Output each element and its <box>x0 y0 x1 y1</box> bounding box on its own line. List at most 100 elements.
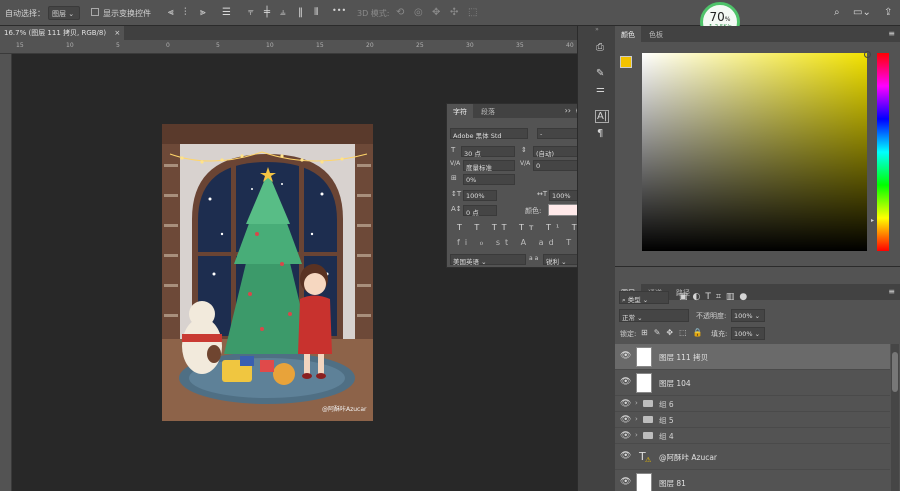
collapse-icon[interactable]: ›› <box>565 106 571 115</box>
blend-mode-select[interactable]: 正常 ⌄ <box>619 309 689 322</box>
color-saturation-field[interactable] <box>642 51 871 251</box>
leading-icon: ⇕ <box>521 146 527 154</box>
align-right-icon[interactable]: ⫸ <box>200 6 206 20</box>
language-select[interactable]: 美国英语 ⌄ <box>450 254 526 266</box>
ruler-tick-label: 40 <box>566 42 574 49</box>
scale-3d-icon[interactable]: ⬚ <box>468 6 477 20</box>
tab-color[interactable]: 颜色 <box>615 26 641 42</box>
distribute-v-icon[interactable]: ‖ <box>298 6 303 20</box>
network-percent-sign: % <box>724 16 731 23</box>
opacity-field[interactable]: 100% ⌄ <box>731 309 765 322</box>
christmas-illustration: @阿酥咔Azucar <box>162 124 373 421</box>
panel-dock-sidebar: » ⎙ ✎ ⚌ A| ¶ <box>577 26 615 491</box>
layer-name: 图层 104 <box>659 379 691 388</box>
font-family-select[interactable]: Adobe 黑体 Std <box>450 128 528 140</box>
ruler-tick-label: 15 <box>316 42 324 49</box>
layer-name: 图层 81 <box>659 479 686 488</box>
baseline-shift-icon: A↕ <box>451 205 462 213</box>
vertical-ruler <box>0 54 12 491</box>
pan-3d-icon[interactable]: ✥ <box>432 6 440 20</box>
brush-settings-icon[interactable]: ✎ <box>596 68 604 79</box>
visibility-eye-icon[interactable]: 👁 <box>620 351 631 361</box>
roll-3d-icon[interactable]: ◎ <box>414 6 423 20</box>
group-row[interactable]: 👁 › 组 6 <box>615 396 890 412</box>
right-panel-stack: 颜色 色板 ≡ ▸ 图层 通道 路径 ≡ ⌕ 类型 ⌄ ▣◐T⌗▥● 正常 ⌄ … <box>615 26 900 491</box>
hue-slider[interactable] <box>877 53 889 251</box>
visibility-eye-icon[interactable]: 👁 <box>620 477 631 487</box>
distribute-h-icon[interactable]: ⦀ <box>314 6 318 20</box>
lock-label: 锁定: <box>620 330 637 338</box>
ruler-tick-label: 10 <box>66 42 74 49</box>
tab-character[interactable]: 字符 <box>447 104 473 118</box>
layer-row[interactable]: 👁 T ⚠ @阿酥咔 Azucar <box>615 444 890 470</box>
folder-icon <box>643 400 653 407</box>
character-panel: 字符 段落 ›› ≡ Adobe 黑体 Std - T 30 点 ⇕ (自动) … <box>446 103 626 268</box>
align-bottom-icon[interactable]: ⫨ <box>280 6 286 20</box>
ruler-tick-label: 15 <box>16 42 24 49</box>
character-panel-icon[interactable]: A| <box>595 110 610 123</box>
color-panel-tabs: 颜色 色板 ≡ <box>615 26 900 42</box>
tsume-icon: ⊞ <box>451 174 457 182</box>
vertical-scale-field[interactable]: 100% <box>463 190 497 201</box>
layer-thumbnail <box>636 373 652 393</box>
close-icon[interactable]: × <box>114 29 120 37</box>
align-vcenter-icon[interactable]: ╪ <box>264 6 270 20</box>
text-style-buttons[interactable]: T T TT Tт T¹ T₁ T T <box>457 223 620 232</box>
slide-3d-icon[interactable]: ✣ <box>450 6 458 20</box>
visibility-eye-icon[interactable]: 👁 <box>620 415 631 425</box>
visibility-eye-icon[interactable]: 👁 <box>620 377 631 387</box>
align-hcenter-icon[interactable]: ⫶ <box>184 6 187 20</box>
tsume-field[interactable]: 0% <box>463 174 515 185</box>
layer-row[interactable]: 👁 图层 81 <box>615 470 890 491</box>
show-transform-checkbox[interactable] <box>91 8 99 16</box>
visibility-eye-icon[interactable]: 👁 <box>620 431 631 441</box>
layer-thumbnail <box>636 347 652 367</box>
layers-panel-menu-icon[interactable]: ≡ <box>888 287 895 296</box>
layer-filter-icons[interactable]: ▣◐T⌗▥● <box>679 292 752 302</box>
layers-scrollbar[interactable] <box>891 344 899 491</box>
opacity-label: 不透明度: <box>696 312 727 320</box>
align-left-icon[interactable]: ⫷ <box>168 6 174 20</box>
tab-swatches[interactable]: 色板 <box>643 26 669 42</box>
visibility-eye-icon[interactable]: 👁 <box>620 399 631 409</box>
expand-chevron-icon[interactable]: › <box>635 415 638 423</box>
paragraph-panel-icon[interactable]: ¶ <box>597 128 603 139</box>
document-tab[interactable]: 16.7% (图层 111 拷贝, RGB/8) × <box>0 26 125 40</box>
lock-icons[interactable]: ⊞✎✥⬚🔒 <box>641 328 709 337</box>
foreground-color-swatch[interactable] <box>620 56 632 68</box>
ruler-tick-label: 20 <box>366 42 374 49</box>
group-row[interactable]: 👁 › 组 5 <box>615 412 890 428</box>
group-row[interactable]: 👁 › 组 4 <box>615 428 890 444</box>
kerning-field[interactable]: 度量标准 <box>463 160 515 172</box>
font-size-field[interactable]: 30 点 <box>461 146 515 158</box>
workspace-icon[interactable]: ▭⌄ <box>853 6 871 20</box>
expand-chevron-icon[interactable]: › <box>635 399 638 407</box>
align-top-icon[interactable]: ⫧ <box>248 6 254 20</box>
expand-chevron-icon[interactable]: › <box>635 431 638 439</box>
share-icon[interactable]: ⇪ <box>884 6 892 20</box>
tracking-field[interactable]: 0 <box>533 160 583 171</box>
orbit-3d-icon[interactable]: ⟲ <box>396 6 404 20</box>
layer-filter-select[interactable]: ⌕ 类型 ⌄ <box>619 291 669 304</box>
warning-icon: ⚠ <box>645 456 652 464</box>
leading-field[interactable]: (自动) <box>533 146 583 158</box>
tracking-icon: V/A <box>520 160 531 167</box>
layer-row[interactable]: 👁 图层 111 拷贝 <box>615 344 890 370</box>
opentype-buttons[interactable]: fi ℴ st A ad T 1st ½ <box>457 238 626 247</box>
folder-icon <box>643 416 653 423</box>
show-transform-label: 显示变换控件 <box>103 9 151 18</box>
search-icon[interactable]: ⌕ <box>834 6 840 20</box>
color-panel-menu-icon[interactable]: ≡ <box>888 29 895 38</box>
history-icon[interactable]: ⎙ <box>596 42 604 53</box>
baseline-shift-field[interactable]: 0 点 <box>463 205 497 217</box>
layer-row[interactable]: 👁 图层 104 <box>615 370 890 396</box>
hue-slider-handle[interactable]: ▸ <box>871 217 874 224</box>
auto-select-dropdown[interactable]: 图层 ⌄ <box>48 6 80 20</box>
more-options[interactable]: ••• <box>332 6 346 15</box>
tab-paragraph[interactable]: 段落 <box>475 104 501 118</box>
fill-field[interactable]: 100% ⌄ <box>731 327 765 340</box>
visibility-eye-icon[interactable]: 👁 <box>620 451 631 461</box>
adjust-icon[interactable]: ⚌ <box>596 84 605 95</box>
kerning-icon: V/A <box>450 160 461 167</box>
distribute-icon[interactable]: ☰ <box>222 6 231 20</box>
